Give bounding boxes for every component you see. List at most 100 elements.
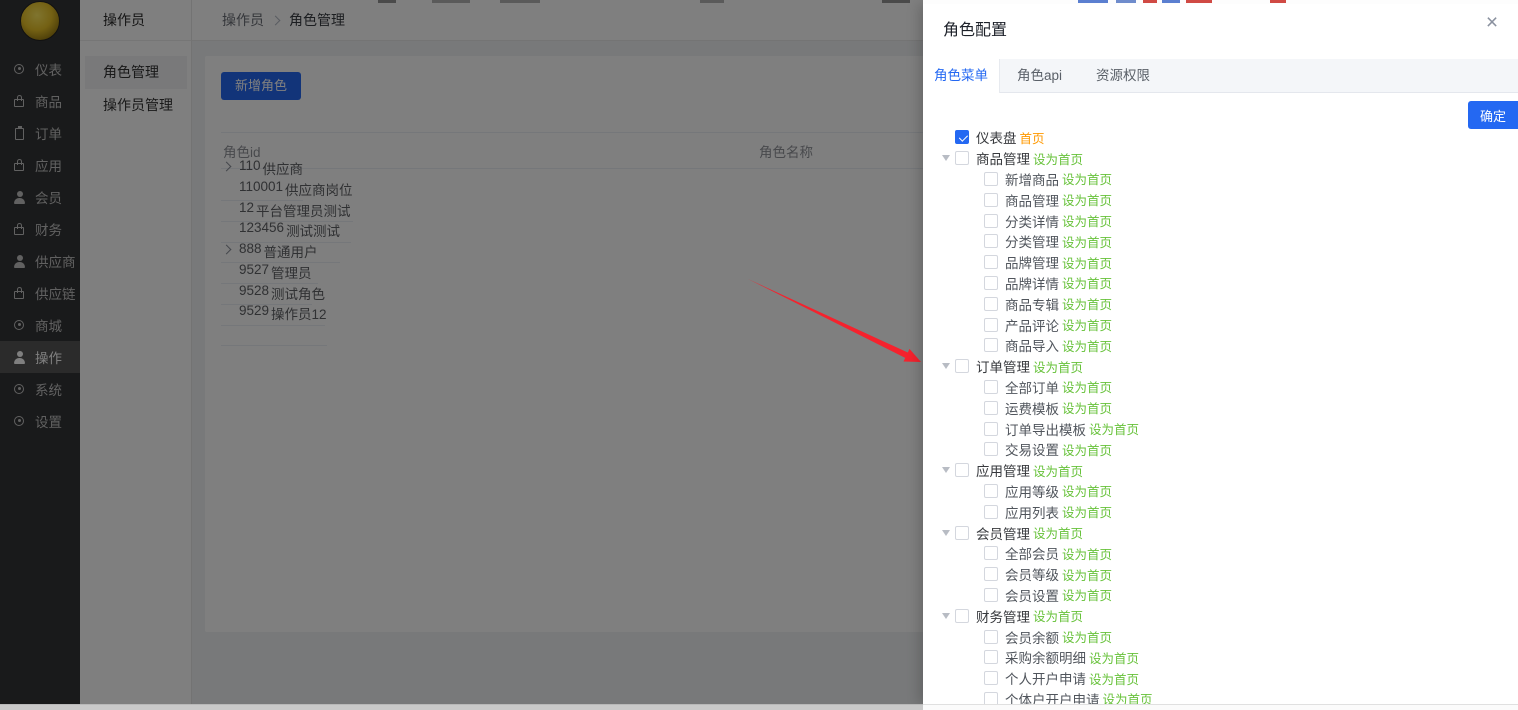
set-homepage-link[interactable]: 设为首页 xyxy=(1062,585,1112,604)
tree-checkbox[interactable] xyxy=(984,442,998,456)
tree-checkbox[interactable] xyxy=(955,609,969,623)
set-homepage-link[interactable]: 设为首页 xyxy=(1062,502,1112,521)
tree-item: 新增商品 设为首页 xyxy=(970,169,1518,190)
set-homepage-link[interactable]: 设为首页 xyxy=(1089,648,1139,667)
tree-item-label: 订单管理 xyxy=(976,356,1030,376)
set-homepage-link[interactable]: 设为首页 xyxy=(1033,461,1083,480)
tree-checkbox[interactable] xyxy=(955,526,969,540)
set-homepage-link[interactable]: 设为首页 xyxy=(1062,336,1112,355)
tree-checkbox[interactable] xyxy=(984,255,998,269)
set-homepage-link[interactable]: 设为首页 xyxy=(1062,544,1112,563)
set-homepage-link[interactable]: 设为首页 xyxy=(1062,169,1112,188)
tree-item-label: 会员余额 xyxy=(1005,627,1059,647)
set-homepage-link[interactable]: 首页 xyxy=(1020,128,1045,147)
set-homepage-link[interactable]: 设为首页 xyxy=(1062,294,1112,313)
tree-expand-caret-icon[interactable] xyxy=(942,363,950,369)
tree-checkbox[interactable] xyxy=(984,401,998,415)
tree-item-label: 个体户开户申请 xyxy=(1005,689,1100,705)
set-homepage-link[interactable]: 设为首页 xyxy=(1033,523,1083,542)
tree-expand-caret-icon[interactable] xyxy=(942,613,950,619)
set-homepage-link[interactable]: 设为首页 xyxy=(1062,398,1112,417)
set-homepage-link[interactable]: 设为首页 xyxy=(1062,232,1112,251)
tree-item: 品牌详情 设为首页 xyxy=(970,273,1518,294)
tree-checkbox[interactable] xyxy=(984,276,998,290)
tree-item: 订单管理 设为首页 xyxy=(941,356,1518,377)
tree-item: 财务管理 设为首页 xyxy=(941,605,1518,626)
tree-expand-caret-icon[interactable] xyxy=(942,155,950,161)
tab[interactable]: 角色菜单 xyxy=(923,59,1000,93)
tree-checkbox[interactable] xyxy=(984,297,998,311)
tree-checkbox[interactable] xyxy=(955,151,969,165)
tree-item-label: 品牌详情 xyxy=(1005,273,1059,293)
drawer-title: 角色配置 xyxy=(943,16,1007,40)
tree-item-label: 应用列表 xyxy=(1005,502,1059,522)
tree-item: 仪表盘 首页 xyxy=(941,127,1518,148)
tree-checkbox[interactable] xyxy=(955,130,969,144)
tree-item-label: 会员管理 xyxy=(976,523,1030,543)
tree-item: 分类管理 设为首页 xyxy=(970,231,1518,252)
set-homepage-link[interactable]: 设为首页 xyxy=(1062,315,1112,334)
set-homepage-link[interactable]: 设为首页 xyxy=(1033,149,1083,168)
set-homepage-link[interactable]: 设为首页 xyxy=(1062,565,1112,584)
tree-item: 应用列表 设为首页 xyxy=(970,501,1518,522)
tree-checkbox[interactable] xyxy=(984,567,998,581)
set-homepage-link[interactable]: 设为首页 xyxy=(1062,481,1112,500)
tree-checkbox[interactable] xyxy=(984,318,998,332)
tree-checkbox[interactable] xyxy=(984,650,998,664)
tree-checkbox[interactable] xyxy=(984,422,998,436)
drawer-header: 角色配置 xyxy=(923,4,1518,59)
tree-checkbox[interactable] xyxy=(984,546,998,560)
tree-expand-caret-icon[interactable] xyxy=(942,467,950,473)
tree-item-label: 全部订单 xyxy=(1005,377,1059,397)
tree-item-label: 产品评论 xyxy=(1005,315,1059,335)
set-homepage-link[interactable]: 设为首页 xyxy=(1062,377,1112,396)
tree-checkbox[interactable] xyxy=(984,505,998,519)
set-homepage-link[interactable]: 设为首页 xyxy=(1062,190,1112,209)
tree-checkbox[interactable] xyxy=(984,671,998,685)
set-homepage-link[interactable]: 设为首页 xyxy=(1089,419,1139,438)
tree-checkbox[interactable] xyxy=(984,234,998,248)
set-homepage-link[interactable]: 设为首页 xyxy=(1062,211,1112,230)
tree-item: 会员设置 设为首页 xyxy=(970,585,1518,606)
tree-item-label: 会员设置 xyxy=(1005,585,1059,605)
tree-checkbox[interactable] xyxy=(984,193,998,207)
tree-checkbox[interactable] xyxy=(984,214,998,228)
set-homepage-link[interactable]: 设为首页 xyxy=(1103,689,1153,705)
close-icon[interactable] xyxy=(1478,10,1506,38)
tab[interactable]: 角色api xyxy=(1000,59,1079,92)
tree-item: 会员等级 设为首页 xyxy=(970,564,1518,585)
tree-checkbox[interactable] xyxy=(955,359,969,373)
set-homepage-link[interactable]: 设为首页 xyxy=(1062,627,1112,646)
tree-item-label: 财务管理 xyxy=(976,606,1030,626)
set-homepage-link[interactable]: 设为首页 xyxy=(1062,440,1112,459)
cut-off-top-strip xyxy=(923,0,1518,4)
tree-checkbox[interactable] xyxy=(984,630,998,644)
tree-item: 全部会员 设为首页 xyxy=(970,543,1518,564)
tree-checkbox[interactable] xyxy=(984,588,998,602)
tree-item: 产品评论 设为首页 xyxy=(970,314,1518,335)
set-homepage-link[interactable]: 设为首页 xyxy=(1062,253,1112,272)
tab[interactable]: 资源权限 xyxy=(1079,59,1167,92)
drawer-body: 确定 仪表盘 首页 商品管理 设为首页 xyxy=(923,93,1518,705)
tree-expand-caret-icon[interactable] xyxy=(942,530,950,536)
tree-checkbox[interactable] xyxy=(984,172,998,186)
tree-checkbox[interactable] xyxy=(984,380,998,394)
tree-item: 交易设置 设为首页 xyxy=(970,439,1518,460)
tree-item: 个人开户申请 设为首页 xyxy=(970,668,1518,689)
tree-item-label: 仪表盘 xyxy=(976,127,1017,147)
tree-item: 个体户开户申请 设为首页 xyxy=(970,689,1518,705)
tree-item-label: 商品管理 xyxy=(976,148,1030,168)
set-homepage-link[interactable]: 设为首页 xyxy=(1089,669,1139,688)
menu-permission-tree: 仪表盘 首页 商品管理 设为首页 新增商品 设为首页 xyxy=(923,93,1518,705)
set-homepage-link[interactable]: 设为首页 xyxy=(1033,606,1083,625)
set-homepage-link[interactable]: 设为首页 xyxy=(1062,273,1112,292)
tree-item: 全部订单 设为首页 xyxy=(970,377,1518,398)
set-homepage-link[interactable]: 设为首页 xyxy=(1033,357,1083,376)
tree-checkbox[interactable] xyxy=(984,484,998,498)
screen: 仪表 商品 订单 应用 会员 xyxy=(0,0,1518,710)
tree-checkbox[interactable] xyxy=(955,463,969,477)
confirm-button[interactable]: 确定 xyxy=(1468,101,1518,129)
drawer-tabs: 角色菜单 角色api 资源权限 xyxy=(923,59,1518,93)
tree-item-label: 会员等级 xyxy=(1005,564,1059,584)
tree-checkbox[interactable] xyxy=(984,338,998,352)
